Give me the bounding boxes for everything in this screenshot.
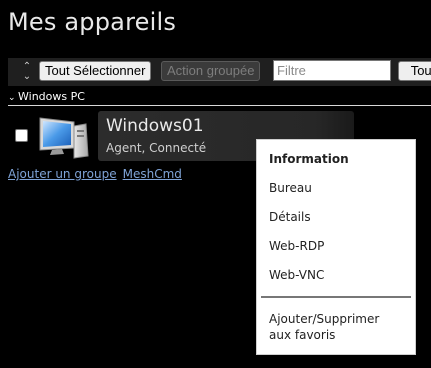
- add-group-link[interactable]: Ajouter un groupe: [8, 167, 117, 181]
- meshcmd-link[interactable]: MeshCmd: [123, 167, 182, 181]
- device-status: Agent, Connecté: [106, 141, 207, 155]
- favorites-line-1: Ajouter/Supprimer: [269, 312, 380, 326]
- menu-item-web-vnc[interactable]: Web-VNC: [269, 267, 324, 283]
- menu-item-bureau[interactable]: Bureau: [269, 180, 312, 196]
- page: Mes appareils ⌃ ⌄ Tout Sélectionner Actio…: [0, 0, 431, 368]
- context-menu: Information Bureau Détails Web-RDP Web-V…: [256, 139, 416, 355]
- select-all-button[interactable]: Tout Sélectionner: [39, 61, 152, 81]
- toolbar: ⌃⌄ Tout Sélectionner Action groupée Tout: [8, 58, 431, 86]
- menu-item-web-rdp[interactable]: Web-RDP: [269, 238, 324, 254]
- menu-item-favorites[interactable]: Ajouter/Supprimer aux favoris: [269, 311, 379, 343]
- collapse-icon[interactable]: ⌃ ⌄: [20, 62, 34, 82]
- links-bar: Ajouter un groupe MeshCmd: [8, 167, 188, 181]
- windows-computer-icon[interactable]: [36, 112, 92, 160]
- group-header[interactable]: ⌄ Windows PC: [8, 90, 431, 106]
- favorites-line-2: aux favoris: [269, 328, 336, 342]
- group-action-button[interactable]: Action groupée: [161, 61, 261, 81]
- menu-item-details[interactable]: Détails: [269, 209, 311, 225]
- device-checkbox[interactable]: [15, 129, 28, 142]
- group-name: Windows PC: [18, 90, 85, 103]
- menu-item-information[interactable]: Information: [269, 151, 349, 167]
- page-title: Mes appareils: [8, 8, 177, 36]
- filter-input[interactable]: [273, 60, 391, 81]
- device-name[interactable]: Windows01: [106, 116, 204, 136]
- menu-separator: [261, 296, 411, 298]
- tout-button[interactable]: Tout: [398, 61, 431, 81]
- chevron-down-icon[interactable]: ⌄: [8, 91, 18, 105]
